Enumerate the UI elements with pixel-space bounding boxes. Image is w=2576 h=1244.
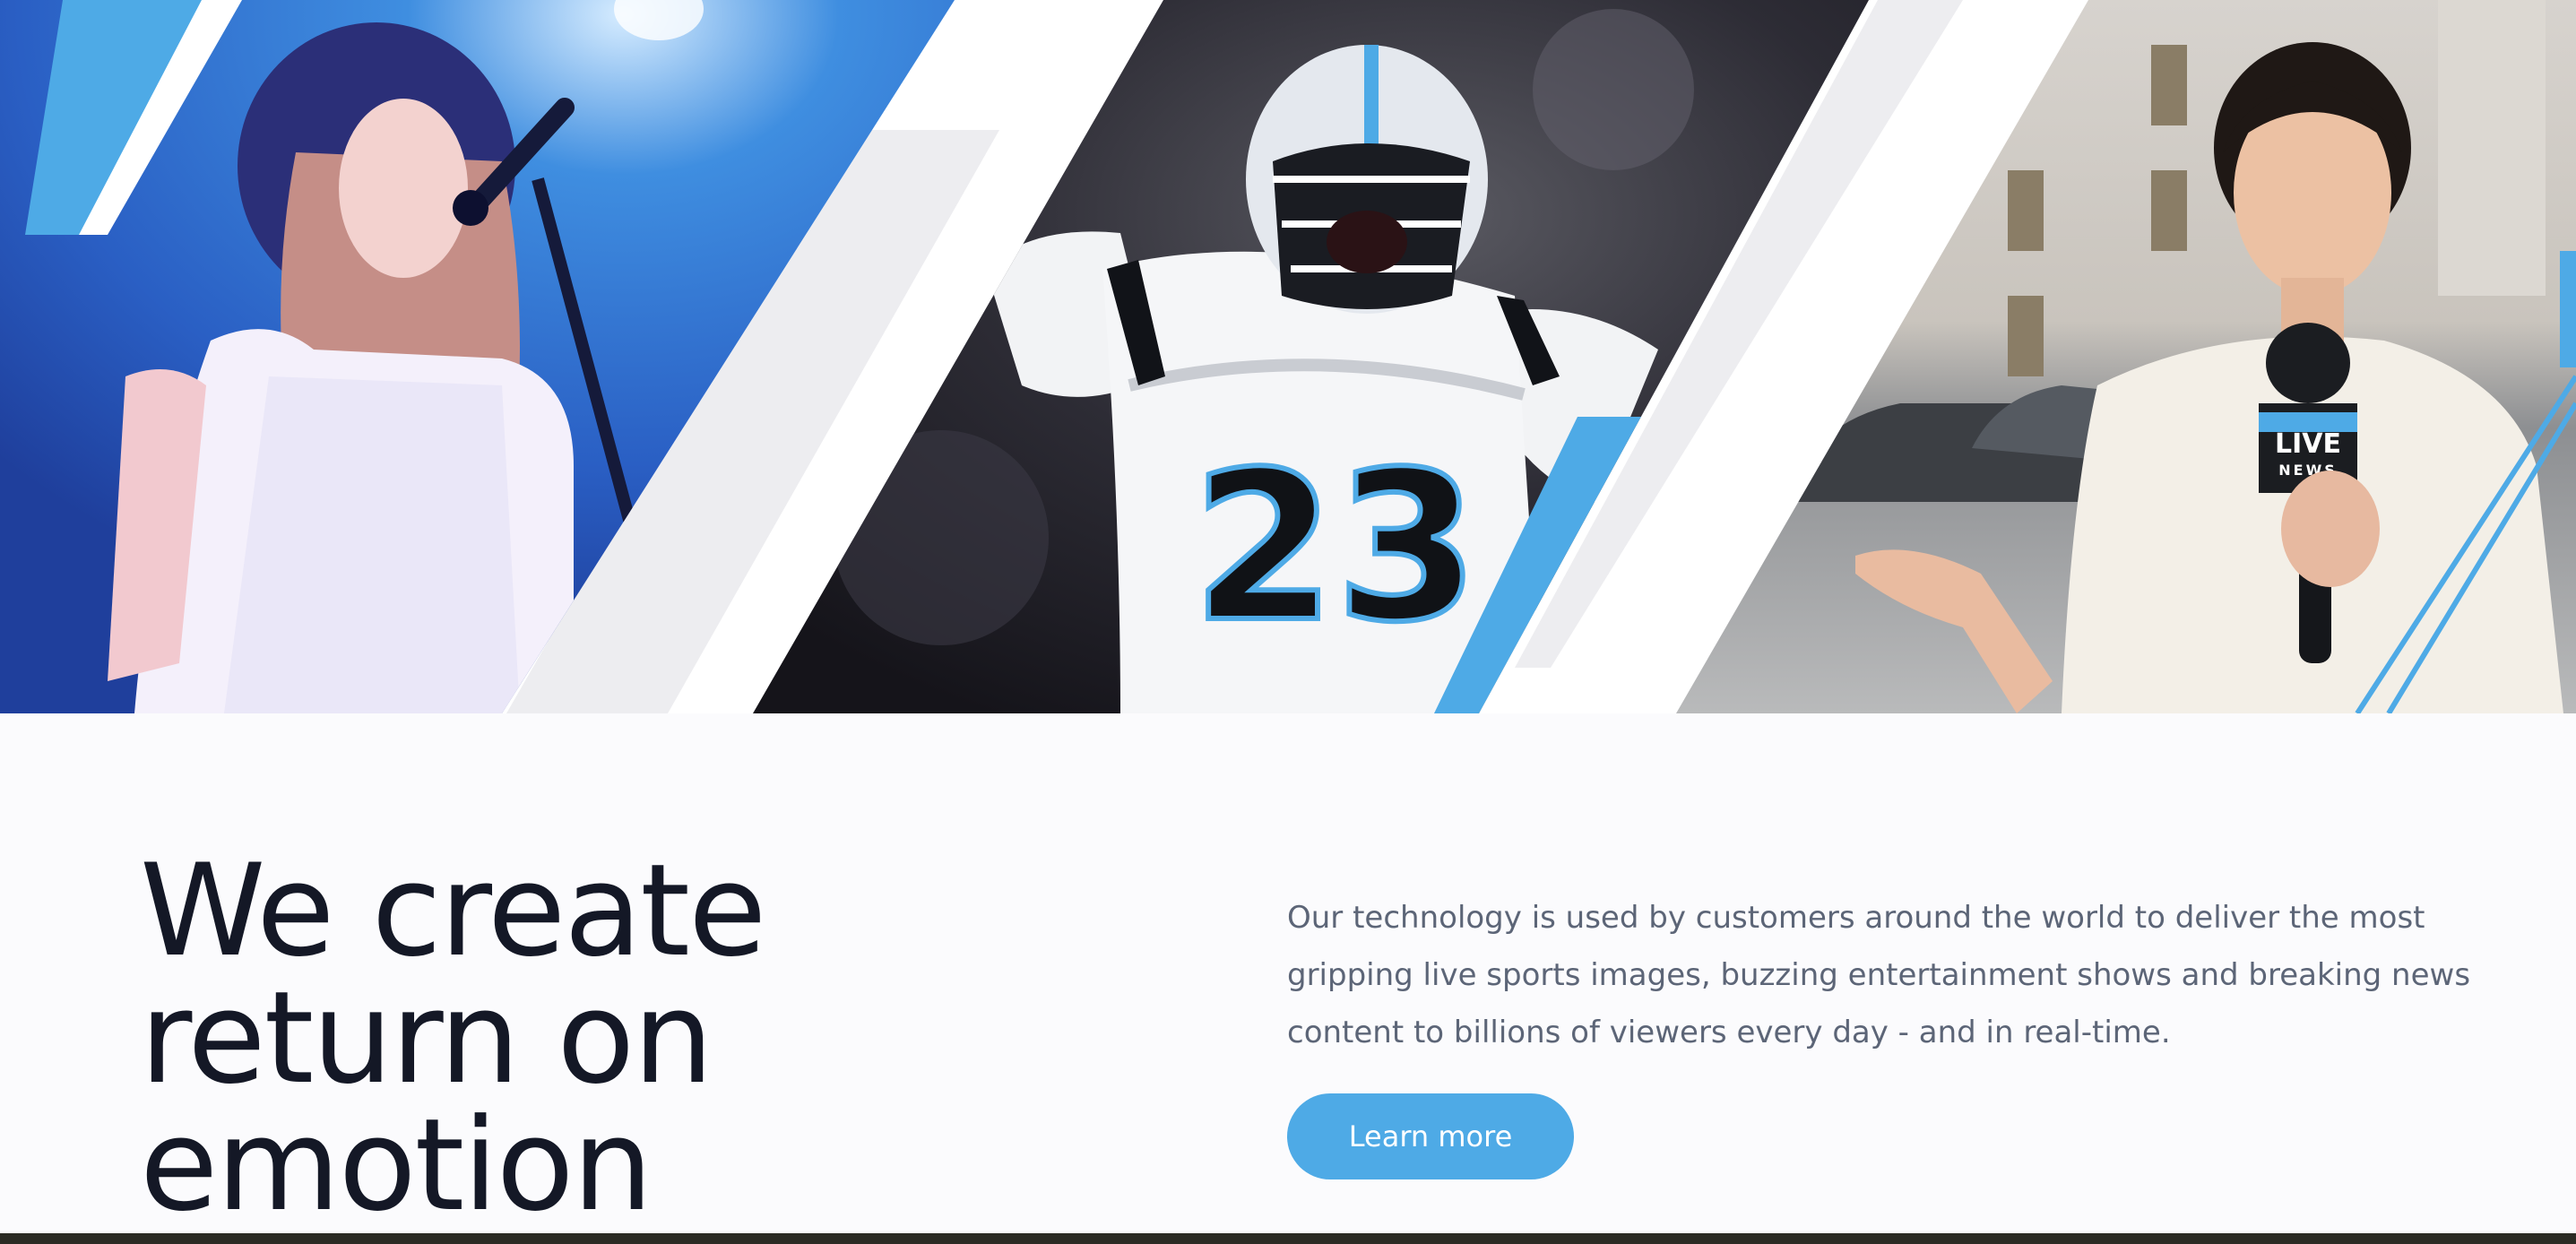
intro-section: We create return on emotion Our technolo… [0,713,2576,1233]
description-line: Our technology is used by customers arou… [1287,900,2425,936]
window-bottom-edge [0,1233,2576,1244]
description-line: gripping live sports images, buzzing ent… [1287,957,2471,993]
mic-flag-live: LIVE [2275,428,2341,460]
hero-banner: 23 LIVE NEWS [0,0,2576,713]
jersey-number: 23 [1192,428,1479,668]
description: Our technology is used by customers arou… [1287,889,2471,1061]
headline: We create return on emotion [140,837,766,1240]
headline-line: We create [140,837,766,985]
learn-more-button[interactable]: Learn more [1287,1093,1574,1179]
headline-line: emotion [140,1092,653,1240]
description-line: content to billions of viewers every day… [1287,1015,2171,1050]
headline-line: return on [140,964,713,1112]
